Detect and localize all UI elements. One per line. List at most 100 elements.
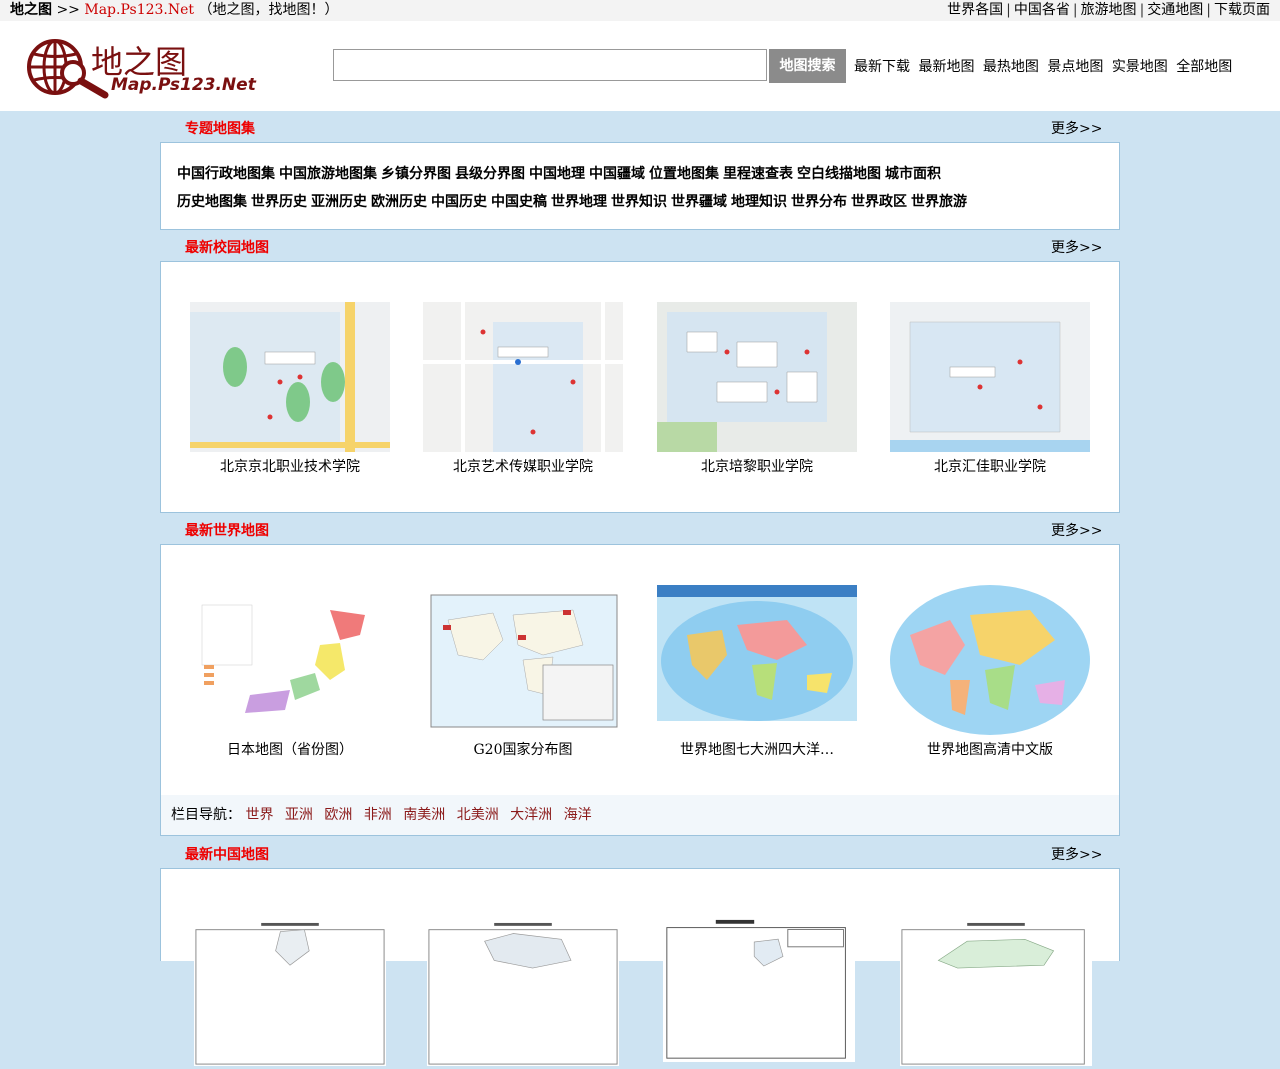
topic-link[interactable]: 中国行政地图集	[177, 166, 275, 182]
topic-row-1: 中国行政地图集 中国旅游地图集 乡镇分界图 县级分界图 中国地理 中国疆域 位置地图集 里程速…	[177, 163, 945, 183]
map-card[interactable]: 世界地图高清中文版	[890, 585, 1090, 759]
topic-link[interactable]: 世界历史	[251, 194, 307, 210]
map-card[interactable]	[427, 919, 627, 1069]
topic-row-2: 历史地图集 世界历史 亚洲历史 欧洲历史 中国历史 中国史稿 世界地理 世界知识 世界疆域 地理知…	[177, 191, 971, 211]
map-card[interactable]: G20国家分布图	[423, 585, 623, 759]
subnav-link-ocean[interactable]: 海洋	[564, 807, 592, 823]
search-button[interactable]: 地图搜索	[769, 49, 846, 83]
topic-link[interactable]: 中国历史	[431, 194, 487, 210]
top-nav-china-provinces[interactable]: 中国各省	[1014, 2, 1070, 18]
campus-map-thumbnail	[657, 302, 857, 452]
topic-link[interactable]: 世界疆域	[671, 194, 727, 210]
map-card[interactable]: 日本地图（省份图）	[190, 585, 390, 759]
map-card[interactable]	[194, 919, 394, 1069]
world-maps-panel: 日本地图（省份图） G20国家分布图 世界地图七大洲四大洋… 世界地图高清中文版…	[160, 544, 1120, 836]
top-nav: 世界各国 | 中国各省 | 旅游地图 | 交通地图 | 下载页面	[947, 0, 1270, 21]
subnav-link-oceania[interactable]: 大洋洲	[510, 807, 552, 823]
top-nav-download-page[interactable]: 下载页面	[1214, 2, 1270, 18]
subnav-link-europe[interactable]: 欧洲	[324, 807, 352, 823]
topic-link[interactable]: 乡镇分界图	[381, 166, 451, 182]
section-title-china-maps[interactable]: 最新中国地图	[185, 844, 269, 864]
header-link-all-maps[interactable]: 全部地图	[1176, 59, 1232, 75]
topic-link[interactable]: 世界旅游	[911, 194, 967, 210]
section-subnav: 栏目导航： 世界 亚洲 欧洲 非洲 南美洲 北美洲 大洋洲 海洋	[161, 795, 1119, 835]
topic-link[interactable]: 县级分界图	[455, 166, 525, 182]
divider: |	[1072, 2, 1078, 18]
site-header: 地之图 Map.Ps123.Net 地图搜索 最新下载 最新地图 最热地图 景点…	[0, 21, 1280, 111]
map-card-title: 世界地图七大洲四大洋…	[680, 742, 834, 758]
header-link-latest-downloads[interactable]: 最新下载	[854, 59, 910, 75]
map-card[interactable]	[663, 915, 863, 1065]
more-link-topic-atlas[interactable]: 更多>>	[1051, 118, 1102, 138]
map-card-title: 日本地图（省份图）	[227, 742, 353, 758]
topic-link[interactable]: 世界地理	[551, 194, 607, 210]
topic-link[interactable]: 中国旅游地图集	[279, 166, 377, 182]
world-map-thumbnail	[190, 585, 390, 735]
topic-link[interactable]: 城市面积	[885, 166, 941, 182]
topic-link[interactable]: 位置地图集	[649, 166, 719, 182]
site-link[interactable]: Map.Ps123.Net	[84, 2, 194, 18]
topic-link[interactable]: 世界知识	[611, 194, 667, 210]
topic-link[interactable]: 地理知识	[731, 194, 787, 210]
subnav-link-world[interactable]: 世界	[245, 807, 273, 823]
campus-map-thumbnail	[890, 302, 1090, 452]
map-card[interactable]: 北京培黎职业学院	[657, 302, 857, 476]
china-map-thumbnail	[900, 922, 1092, 1066]
world-map-thumbnail	[423, 585, 623, 735]
divider: |	[1206, 2, 1211, 18]
logo-subtitle: Map.Ps123.Net	[111, 75, 256, 95]
header-link-realview-maps[interactable]: 实景地图	[1112, 59, 1168, 75]
map-card-title: 北京汇佳职业学院	[934, 459, 1046, 475]
china-map-thumbnail	[194, 922, 386, 1066]
brand-link[interactable]: 地之图	[10, 2, 52, 18]
divider: |	[1139, 2, 1145, 18]
topic-link[interactable]: 中国地理	[529, 166, 585, 182]
topic-link[interactable]: 空白线描地图	[797, 166, 881, 182]
subnav-link-asia[interactable]: 亚洲	[285, 807, 313, 823]
subnav-label: 栏目导航：	[171, 807, 241, 823]
campus-map-thumbnail	[190, 302, 390, 452]
header-link-hottest-maps[interactable]: 最热地图	[983, 59, 1039, 75]
topic-link[interactable]: 历史地图集	[177, 194, 247, 210]
top-nav-traffic-maps[interactable]: 交通地图	[1147, 2, 1203, 18]
header-link-scenic-maps[interactable]: 景点地图	[1047, 59, 1103, 75]
top-nav-world-countries[interactable]: 世界各国	[947, 2, 1003, 18]
subnav-link-north-america[interactable]: 北美洲	[457, 807, 499, 823]
site-breadcrumb: 地之图 >> Map.Ps123.Net （地之图，找地图！）	[10, 0, 338, 21]
topic-link[interactable]: 世界分布	[791, 194, 847, 210]
topic-link[interactable]: 亚洲历史	[311, 194, 367, 210]
top-nav-travel-maps[interactable]: 旅游地图	[1081, 2, 1137, 18]
map-card[interactable]: 北京艺术传媒职业学院	[423, 302, 623, 476]
china-map-thumbnail	[663, 918, 855, 1062]
site-logo[interactable]: 地之图 Map.Ps123.Net	[25, 37, 256, 99]
divider: |	[1006, 2, 1011, 18]
section-title-campus-maps[interactable]: 最新校园地图	[185, 237, 269, 257]
world-map-thumbnail	[657, 585, 857, 735]
section-title-topic-atlas[interactable]: 专题地图集	[185, 118, 255, 138]
campus-map-thumbnail	[423, 302, 623, 452]
breadcrumb-separator: >>	[56, 2, 80, 18]
topic-link[interactable]: 中国史稿	[491, 194, 547, 210]
map-card-title: 北京培黎职业学院	[701, 459, 813, 475]
map-card-title: G20国家分布图	[473, 742, 573, 758]
china-map-thumbnail	[427, 922, 619, 1066]
section-title-world-maps[interactable]: 最新世界地图	[185, 520, 269, 540]
subnav-link-africa[interactable]: 非洲	[364, 807, 392, 823]
map-card[interactable]: 世界地图七大洲四大洋…	[657, 585, 857, 759]
more-link-world-maps[interactable]: 更多>>	[1051, 520, 1102, 540]
subnav-link-south-america[interactable]: 南美洲	[403, 807, 445, 823]
search-input[interactable]	[333, 49, 767, 81]
china-maps-panel	[160, 868, 1120, 1066]
map-card[interactable]	[900, 919, 1100, 1069]
map-card[interactable]: 北京京北职业技术学院	[190, 302, 390, 476]
map-card[interactable]: 北京汇佳职业学院	[890, 302, 1090, 476]
header-link-latest-maps[interactable]: 最新地图	[918, 59, 974, 75]
topic-link[interactable]: 中国疆域	[589, 166, 645, 182]
more-link-campus-maps[interactable]: 更多>>	[1051, 237, 1102, 257]
topic-link[interactable]: 欧洲历史	[371, 194, 427, 210]
topic-link[interactable]: 里程速查表	[723, 166, 793, 182]
map-card-title: 北京艺术传媒职业学院	[453, 459, 593, 475]
more-link-china-maps[interactable]: 更多>>	[1051, 844, 1102, 864]
topic-atlas-panel: 中国行政地图集 中国旅游地图集 乡镇分界图 县级分界图 中国地理 中国疆域 位置地图集 里程速…	[160, 142, 1120, 230]
topic-link[interactable]: 世界政区	[851, 194, 907, 210]
